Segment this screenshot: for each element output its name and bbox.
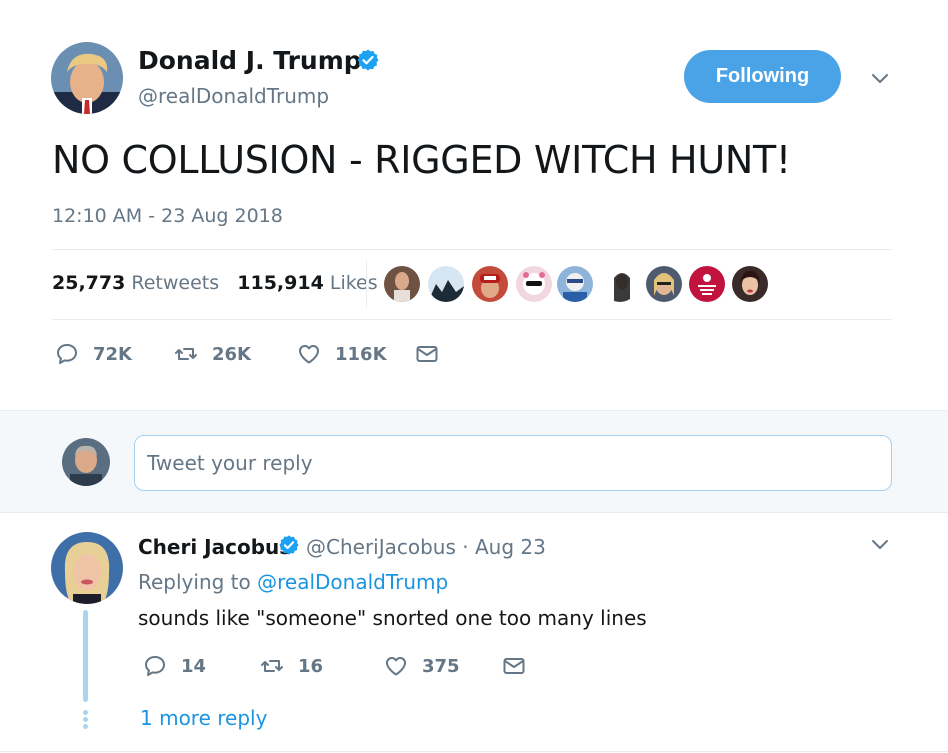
- replying-to: Replying to @realDonaldTrump: [138, 570, 448, 594]
- verified-badge-icon: [279, 535, 299, 555]
- retweet-action[interactable]: 26K: [174, 342, 251, 366]
- thread-dot: [83, 710, 88, 715]
- liker-avatar[interactable]: [732, 266, 768, 302]
- author-handle[interactable]: @realDonaldTrump: [138, 84, 329, 108]
- liker-avatar[interactable]: [384, 266, 420, 302]
- liker-avatar[interactable]: [428, 266, 464, 302]
- divider: [52, 249, 892, 250]
- envelope-icon: [503, 658, 525, 674]
- reply-author-name[interactable]: Cheri Jacobus: [138, 535, 291, 559]
- reply-like-count: 375: [422, 655, 460, 677]
- liker-avatar[interactable]: [646, 266, 682, 302]
- reply-dm-action[interactable]: [502, 654, 540, 678]
- main-tweet: Donald J. Trump @realDonaldTrump Followi…: [0, 0, 948, 410]
- tweet-text: NO COLLUSION - RIGGED WITCH HUNT!: [52, 138, 791, 182]
- tweet-stats: 25,773 Retweets 115,914 Likes: [52, 272, 378, 294]
- stats-separator: [366, 260, 367, 308]
- verified-badge-icon: [357, 49, 379, 71]
- reply-text: sounds like "someone" snorted one too ma…: [138, 606, 647, 630]
- liker-avatar[interactable]: [689, 266, 725, 302]
- reply-meta[interactable]: @CheriJacobus · Aug 23: [306, 535, 546, 559]
- retweet-icon: [261, 660, 283, 672]
- dm-action[interactable]: [415, 342, 453, 366]
- tweet-timestamp[interactable]: 12:10 AM - 23 Aug 2018: [52, 205, 283, 227]
- divider: [0, 751, 948, 752]
- like-action[interactable]: 116K: [297, 342, 387, 366]
- replying-to-link[interactable]: @realDonaldTrump: [257, 570, 448, 594]
- reply-retweet-count: 16: [298, 655, 324, 677]
- reply-tweet: Cheri Jacobus @CheriJacobus · Aug 23 Rep…: [0, 514, 948, 753]
- reply-compose-area: [0, 410, 948, 513]
- heart-icon: [299, 345, 319, 364]
- reply-action[interactable]: 72K: [55, 342, 132, 366]
- replying-prefix: Replying to: [138, 570, 251, 594]
- retweets-count: 25,773: [52, 272, 126, 294]
- thread-line: [83, 610, 88, 702]
- liker-avatar[interactable]: [516, 266, 552, 302]
- reply-author-avatar[interactable]: [51, 532, 123, 604]
- chevron-down-icon[interactable]: [870, 535, 890, 555]
- liker-avatar[interactable]: [602, 266, 638, 302]
- liker-avatar[interactable]: [557, 266, 593, 302]
- likes-label: Likes: [329, 272, 378, 294]
- reply-reply-count: 14: [181, 655, 207, 677]
- reply-like-action[interactable]: 375: [384, 654, 460, 678]
- retweets-label: Retweets: [131, 272, 220, 294]
- reply-retweet-action[interactable]: 16: [260, 654, 323, 678]
- reply-reply-action[interactable]: 14: [143, 654, 206, 678]
- reply-icon: [57, 344, 77, 364]
- retweet-icon: [175, 348, 197, 360]
- retweets-stat[interactable]: 25,773 Retweets: [52, 272, 219, 294]
- likes-count: 115,914: [237, 272, 324, 294]
- divider: [52, 319, 892, 320]
- reply-icon: [145, 656, 165, 676]
- more-reply-link[interactable]: 1 more reply: [140, 706, 267, 730]
- thread-dot: [83, 717, 88, 722]
- author-avatar[interactable]: [51, 42, 123, 114]
- like-count: 116K: [335, 343, 387, 365]
- likes-stat[interactable]: 115,914 Likes: [237, 272, 377, 294]
- current-user-avatar[interactable]: [62, 438, 110, 486]
- envelope-icon: [416, 346, 438, 362]
- heart-icon: [386, 657, 406, 676]
- retweet-count: 26K: [212, 343, 251, 365]
- author-name[interactable]: Donald J. Trump: [138, 46, 362, 75]
- liker-avatar[interactable]: [472, 266, 508, 302]
- thread-dot: [83, 724, 88, 729]
- following-button[interactable]: Following: [684, 50, 841, 103]
- reply-input[interactable]: [134, 435, 892, 491]
- reply-count: 72K: [93, 343, 132, 365]
- chevron-down-icon[interactable]: [870, 69, 890, 89]
